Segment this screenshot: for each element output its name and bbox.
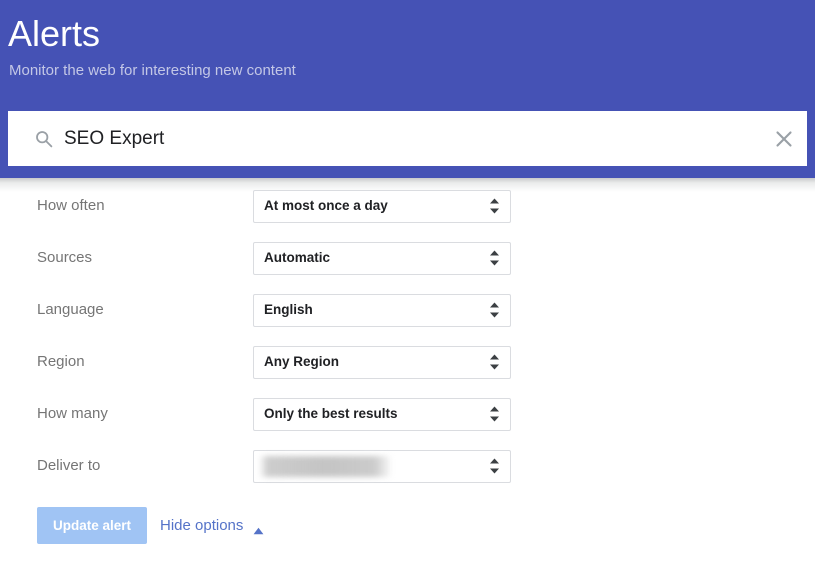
- spinner-arrows-icon: [489, 198, 500, 215]
- close-icon[interactable]: [771, 126, 797, 152]
- form-row-deliver-to: Deliver to: [0, 440, 815, 492]
- form-actions: Update alert Hide options: [0, 507, 815, 547]
- form-row-language: Language English: [0, 284, 815, 336]
- select-value: Any Region: [264, 353, 339, 371]
- field-label: Sources: [37, 248, 92, 268]
- select-value: Only the best results: [264, 405, 398, 423]
- field-label: Language: [37, 300, 104, 320]
- spinner-arrows-icon: [489, 354, 500, 371]
- form-row-how-many: How many Only the best results: [0, 388, 815, 440]
- spinner-arrows-icon: [489, 250, 500, 267]
- update-alert-button[interactable]: Update alert: [37, 507, 147, 544]
- page-title: Alerts: [8, 12, 100, 56]
- search-input[interactable]: SEO Expert: [64, 127, 164, 151]
- hide-options-toggle[interactable]: Hide options: [160, 507, 264, 544]
- field-label: Region: [37, 352, 85, 372]
- chevron-up-icon: [253, 522, 264, 530]
- field-label: How many: [37, 404, 108, 424]
- spinner-arrows-icon: [489, 302, 500, 319]
- select-language[interactable]: English: [253, 294, 511, 327]
- select-how-many[interactable]: Only the best results: [253, 398, 511, 431]
- form-row-how-often: How often At most once a day: [0, 180, 815, 232]
- search-icon: [35, 130, 53, 148]
- search-bar[interactable]: SEO Expert: [8, 111, 807, 166]
- select-value: At most once a day: [264, 197, 388, 215]
- spinner-arrows-icon: [489, 458, 500, 475]
- hide-options-label: Hide options: [160, 516, 243, 536]
- spinner-arrows-icon: [489, 406, 500, 423]
- alert-options-form: How often At most once a day Sources Aut…: [0, 180, 815, 492]
- select-deliver-to[interactable]: [253, 450, 511, 483]
- form-row-region: Region Any Region: [0, 336, 815, 388]
- page-subtitle: Monitor the web for interesting new cont…: [9, 61, 296, 81]
- select-sources[interactable]: Automatic: [253, 242, 511, 275]
- field-label: Deliver to: [37, 456, 100, 476]
- redacted-email-value: [260, 456, 390, 477]
- form-row-sources: Sources Automatic: [0, 232, 815, 284]
- select-value: English: [264, 301, 313, 319]
- field-label: How often: [37, 196, 105, 216]
- select-region[interactable]: Any Region: [253, 346, 511, 379]
- app-header: Alerts Monitor the web for interesting n…: [0, 0, 815, 178]
- select-value: Automatic: [264, 249, 330, 267]
- select-how-often[interactable]: At most once a day: [253, 190, 511, 223]
